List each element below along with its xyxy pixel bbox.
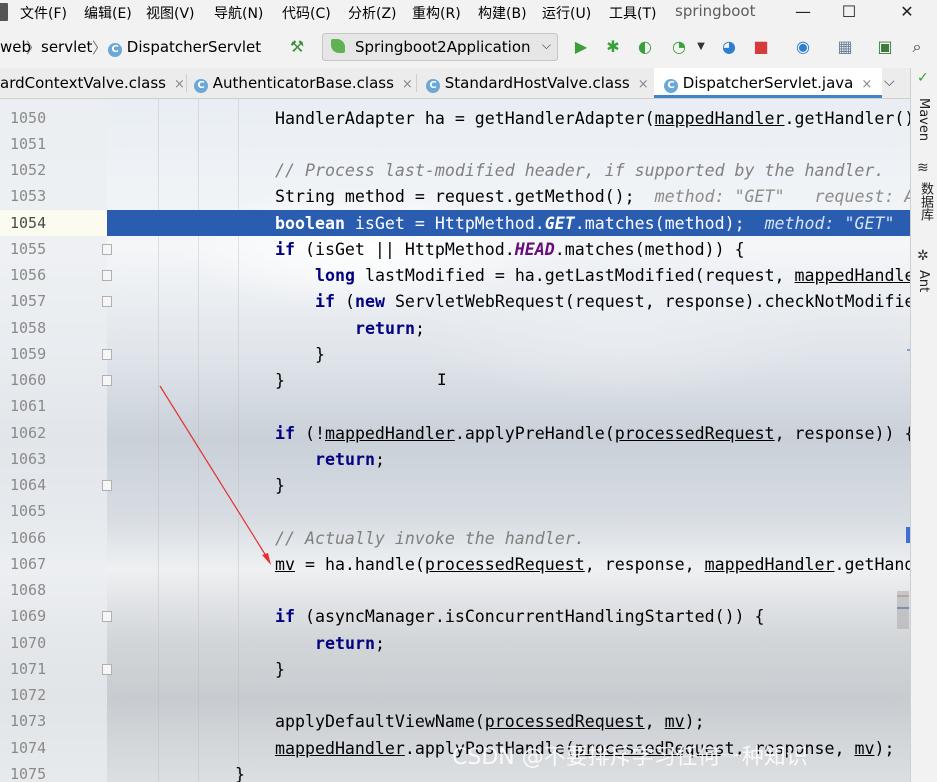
maximize-button[interactable]: ☐ [826,0,872,24]
tool-window-ant[interactable]: Ant [916,270,931,292]
stop-icon[interactable]: ■ [752,38,770,56]
app-logo-icon[interactable] [0,3,8,21]
right-tool-strip: ✓ Maven ≋ 数据库 ✲ Ant [910,68,937,782]
scrollbar-markers[interactable] [895,99,910,782]
settings-sync-icon[interactable]: ◉ [794,38,812,56]
menu-bar: 文件(F) 编辑(E) 视图(V) 导航(N) 代码(C) 分析(Z) 重构(R… [0,0,937,24]
scrollbar-thumb[interactable] [897,591,909,629]
close-window-button[interactable]: ✕ [884,0,930,24]
tab-dispatcherservlet[interactable]: C DispatcherServlet.java × [654,68,883,98]
build-hammer-icon[interactable]: ⚒ [288,38,306,56]
database-icon[interactable]: ≋ [917,160,929,176]
debug-bug-icon[interactable]: ✱ [604,38,622,56]
project-structure-icon[interactable]: ▦ [836,38,854,56]
tab-standardhostvalve[interactable]: C StandardHostValve.class × [426,68,649,98]
profiler-icon[interactable]: ◔ [670,38,688,56]
spring-leaf-icon [331,39,345,53]
check-icon: ✓ [917,70,929,86]
menu-analyze[interactable]: 分析(Z) [348,3,397,23]
tab-label: ardContextValve.class [0,74,166,92]
close-icon[interactable]: × [402,77,413,92]
chevron-right-icon: 〉 [26,39,42,57]
search-icon[interactable]: ⌕ [908,38,926,56]
tab-label: AuthenticatorBase.class [212,74,394,92]
menu-run[interactable]: 运行(U) [542,3,591,23]
menu-navigate[interactable]: 导航(N) [214,3,263,23]
terminal-icon[interactable]: ▣ [876,38,894,56]
run-config-label: Springboot2Application [355,38,531,56]
tab-label: StandardHostValve.class [444,74,630,92]
breadcrumb-dispatcherservlet[interactable]: C DispatcherServlet [108,38,261,57]
menu-view[interactable]: 视图(V) [146,3,195,23]
class-icon: C [194,79,208,93]
tab-standardcontextvalve[interactable]: ardContextValve.class × [0,68,185,98]
tab-divider [186,74,187,92]
csdn-watermark: CSDN @不要排斥学习任何一种知识 [452,745,808,770]
project-name: springboot [675,2,756,20]
close-icon[interactable]: × [861,77,872,92]
close-icon[interactable]: × [174,77,185,92]
chevron-down-icon: ⌵ [541,38,551,52]
chevron-right-icon: 〉 [92,39,108,57]
minimize-button[interactable]: — [780,0,826,24]
menu-refactor[interactable]: 重构(R) [412,3,461,23]
menu-file[interactable]: 文件(F) [20,3,67,23]
class-icon: C [664,79,678,93]
tool-window-maven[interactable]: Maven [916,98,931,141]
class-icon: C [108,43,122,57]
tab-overflow-chevron-icon[interactable]: ⌵ [884,74,895,90]
annotation-arrow [159,385,271,565]
code-editor[interactable]: 1050 HandlerAdapter ha = getHandlerAdapt… [0,99,910,782]
run-config-dropdown[interactable]: Springboot2Application ⌵ [322,33,558,61]
class-icon: C [426,79,440,93]
ant-icon[interactable]: ✲ [917,248,929,264]
menu-build[interactable]: 构建(B) [478,3,527,23]
menu-tools[interactable]: 工具(T) [609,3,656,23]
tab-label: DispatcherServlet.java [682,74,854,92]
coverage-icon[interactable]: ◐ [636,38,654,56]
editor-tab-bar: ardContextValve.class × C AuthenticatorBa… [0,68,910,99]
tab-divider [416,74,417,92]
toolbar: web 〉 servlet 〉 C DispatcherServlet ⚒ Sp… [0,24,937,69]
breadcrumb-servlet[interactable]: servlet [41,38,92,56]
breadcrumb-label: DispatcherServlet [126,38,262,56]
close-icon[interactable]: × [638,77,649,92]
update-icon[interactable]: ◕ [720,38,738,56]
scroll-marker [906,527,910,543]
menu-edit[interactable]: 编辑(E) [84,3,132,23]
tool-window-database[interactable]: 数据库 [916,182,935,221]
tab-authenticatorbase[interactable]: C AuthenticatorBase.class × [194,68,413,98]
scroll-marker [907,349,910,351]
menu-code[interactable]: 代码(C) [282,3,331,23]
run-icon[interactable]: ▶ [572,38,590,56]
more-run-chevron-icon[interactable]: ▼ [692,38,710,56]
